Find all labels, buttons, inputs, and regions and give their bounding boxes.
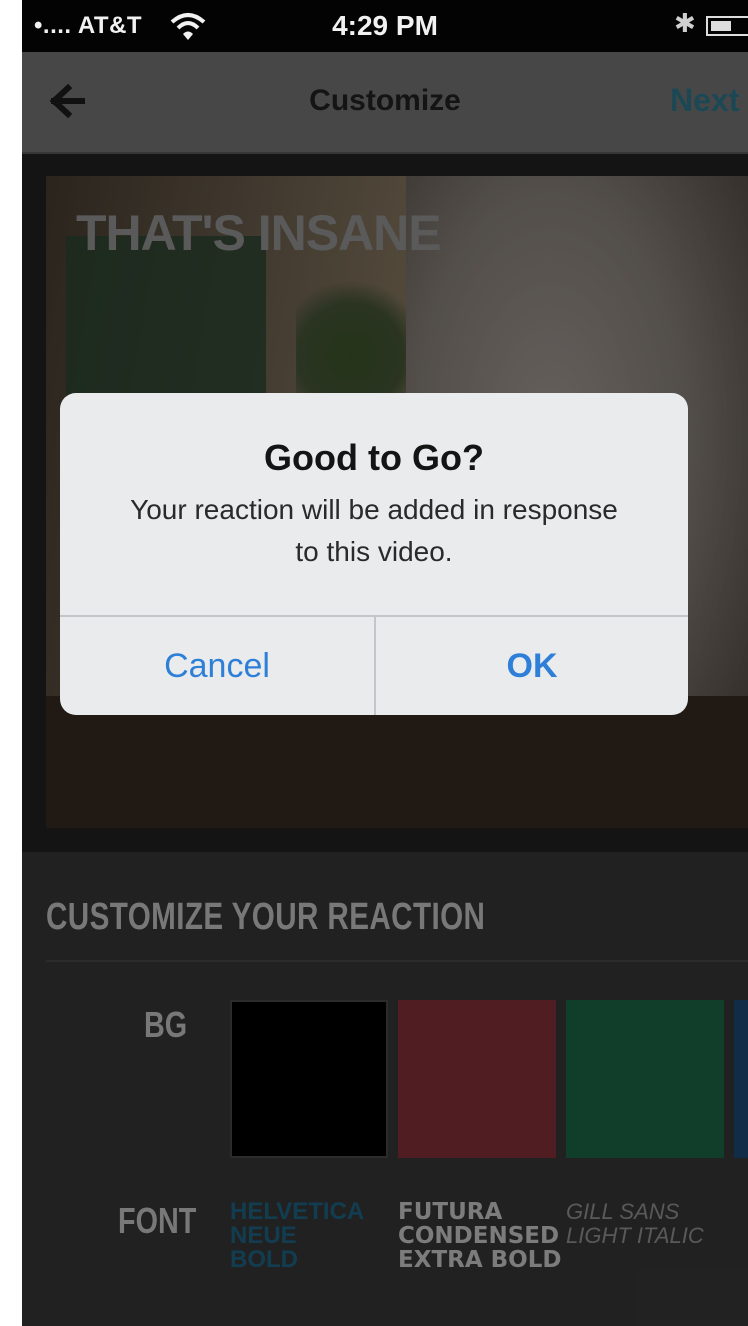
status-bar: •.... AT&T 4:29 PM ✱ bbox=[22, 0, 748, 52]
bluetooth-icon: ✱ bbox=[674, 8, 696, 38]
status-time: 4:29 PM bbox=[332, 10, 438, 41]
cancel-button[interactable]: Cancel bbox=[60, 617, 374, 715]
confirmation-dialog: Good to Go? Your reaction will be added … bbox=[60, 393, 688, 715]
battery-icon bbox=[706, 16, 748, 36]
dialog-title: Good to Go? bbox=[264, 437, 484, 478]
dialog-message: Your reaction will be added in response … bbox=[130, 494, 618, 567]
ok-button[interactable]: OK bbox=[376, 617, 688, 715]
